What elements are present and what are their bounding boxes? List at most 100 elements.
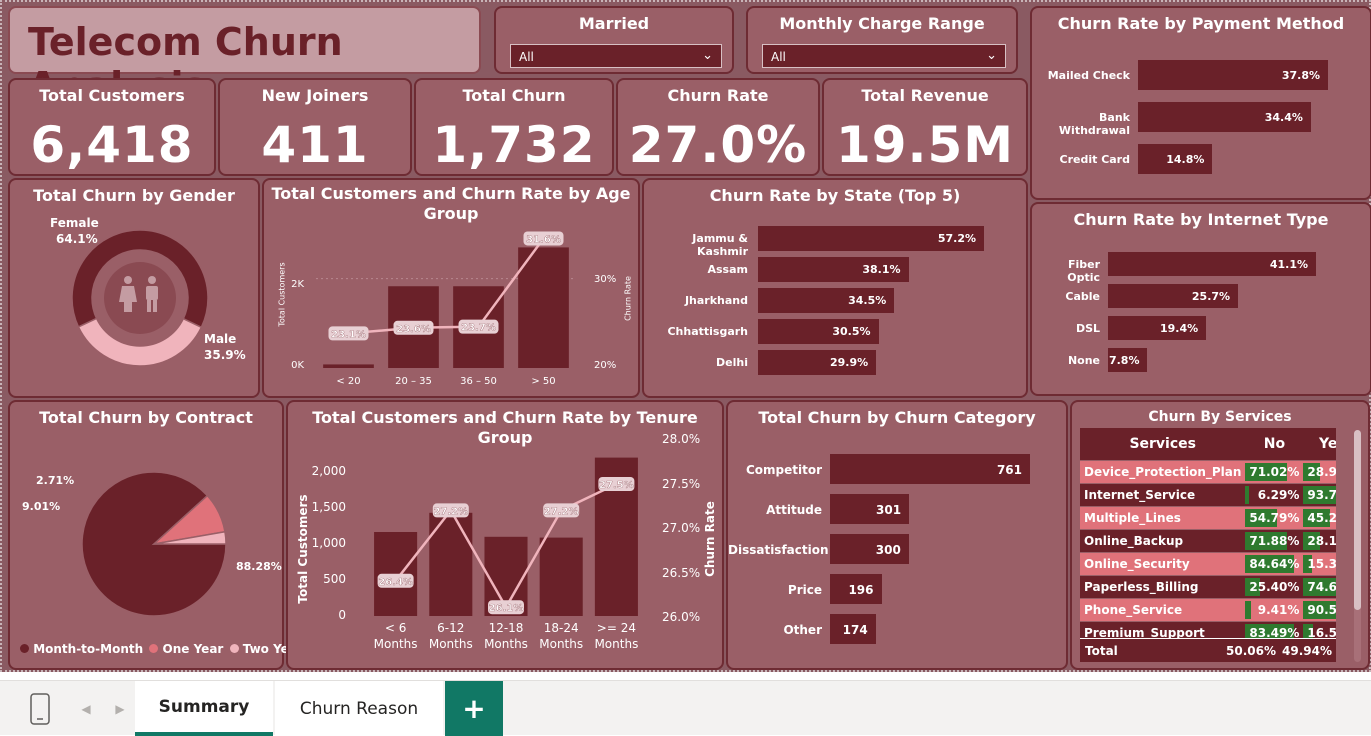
service-yes-value: 74.60% <box>1307 579 1336 594</box>
y-tick-right-top: 30% <box>594 274 617 285</box>
male-pct: 35.9% <box>204 348 246 362</box>
bar[interactable] <box>539 537 583 616</box>
data-label: 31.6% <box>526 234 561 245</box>
kpi-label: Total Customers <box>39 86 185 105</box>
prev-page-arrow[interactable]: ◀ <box>76 681 96 736</box>
service-yes-cell: 74.60% <box>1303 574 1336 598</box>
bar: 14.8% <box>1138 144 1213 174</box>
payment-method-chart[interactable]: Churn Rate by Payment Method Mailed Chec… <box>1030 6 1371 200</box>
header-no[interactable]: No <box>1245 428 1304 460</box>
bar-category-label: Delhi <box>716 356 748 369</box>
data-label: 27.5% <box>599 480 634 491</box>
chevron-down-icon: ⌄ <box>702 48 713 63</box>
kpi-new-joiners: New Joiners 411 <box>218 78 412 176</box>
bar-value-label: 7.8% <box>1108 353 1140 367</box>
service-no-cell: 9.41% <box>1245 597 1304 621</box>
service-yes-cell: 90.59% <box>1303 597 1336 621</box>
table-total-row: Total 50.06% 49.94% <box>1080 638 1336 662</box>
service-no-value: 9.41% <box>1257 602 1300 617</box>
bar-category-label: Bank Withdrawal <box>1058 110 1130 137</box>
bar-value-label: 761 <box>996 462 1022 477</box>
title-card: Telecom Churn Analysis <box>8 6 481 108</box>
bar[interactable] <box>518 247 569 368</box>
service-no-value: 71.02% <box>1249 464 1300 479</box>
gender-chart[interactable]: Total Churn by Gender Female 64.1% Male … <box>8 178 260 398</box>
bar[interactable] <box>323 364 374 368</box>
bar: 41.1% <box>1108 252 1316 276</box>
y-tick-left: 0 <box>338 608 346 622</box>
bar: 38.1% <box>758 257 909 282</box>
monthly-charge-slicer-label: Monthly Charge Range <box>779 14 985 33</box>
service-name: Phone_Service <box>1080 597 1246 621</box>
scrollbar-thumb[interactable] <box>1354 430 1361 610</box>
age-group-chart[interactable]: Total Customers and Churn Rate by Age Gr… <box>262 178 640 398</box>
y-axis-title-right: Churn Rate <box>703 501 717 577</box>
service-yes-cell: 28.12% <box>1303 528 1336 552</box>
plus-icon: + <box>462 692 486 725</box>
table-row[interactable]: Online_Backup71.88% 28.12% <box>1080 528 1336 552</box>
table-row[interactable]: Device_Protection_Plan71.02% 28.98% <box>1080 459 1336 483</box>
y-axis-title-left: Total Customers <box>277 262 287 327</box>
add-page-button[interactable]: + <box>445 681 503 736</box>
header-services[interactable]: Services <box>1080 428 1246 460</box>
bar-category-label: DSL <box>1075 321 1100 335</box>
bar-value-label: 41.1% <box>1269 257 1308 271</box>
table-row[interactable]: Internet_Service 6.29% 93.71% <box>1080 482 1336 506</box>
legend-one-year[interactable]: One Year <box>163 642 224 656</box>
table-row[interactable]: Online_Security84.64% 15.36% <box>1080 551 1336 575</box>
tab-churn-reason[interactable]: Churn Reason <box>275 681 443 736</box>
married-dropdown-value: All <box>519 50 534 64</box>
female-pct: 64.1% <box>56 232 98 246</box>
service-name: Online_Backup <box>1080 528 1246 552</box>
table-row[interactable]: Phone_Service 9.41% 90.59% <box>1080 597 1336 621</box>
service-yes-cell: 15.36% <box>1303 551 1336 575</box>
service-yes-value: 15.36% <box>1307 556 1336 571</box>
kpi-label: Churn Rate <box>667 86 769 105</box>
legend: Month-to-Month One Year Two Year <box>20 642 303 656</box>
monthly-charge-dropdown[interactable]: All ⌄ <box>762 44 1006 68</box>
service-yes-value: 45.21% <box>1307 510 1336 525</box>
gender-donut <box>71 229 209 367</box>
bar-category-label: Cable <box>1065 289 1100 303</box>
y-tick-right: 27.0% <box>662 521 701 535</box>
bar-category-label: Fiber Optic <box>1067 257 1100 284</box>
total-no: 50.06% <box>1226 644 1276 658</box>
x-tick-label: 6-12 Months <box>429 621 473 651</box>
header-yes[interactable]: Yes <box>1303 428 1336 460</box>
data-label: 23.6% <box>396 324 431 335</box>
state-chart[interactable]: Churn Rate by State (Top 5) Jammu & Kash… <box>642 178 1028 398</box>
churn-rate-line[interactable] <box>348 237 545 335</box>
report-canvas: Telecom Churn Analysis Married All ⌄ Mon… <box>0 0 1371 672</box>
service-name: Device_Protection_Plan <box>1080 459 1246 483</box>
table-scrollbar[interactable] <box>1354 430 1361 662</box>
data-label: 26.4% <box>378 577 413 588</box>
table-row[interactable]: Multiple_Lines54.79% 45.21% <box>1080 505 1336 529</box>
internet-type-chart[interactable]: Churn Rate by Internet Type Fiber Optic 4… <box>1030 202 1371 396</box>
tab-summary[interactable]: Summary <box>135 681 273 736</box>
service-yes-cell: 93.71% <box>1303 482 1336 506</box>
x-tick-label: 36 – 50 <box>460 376 497 387</box>
tenure-group-chart[interactable]: Total Customers and Churn Rate by Tenure… <box>286 400 724 670</box>
services-table-viewport[interactable]: Services No Yes Device_Protection_Plan71… <box>1080 428 1336 662</box>
chart-title: Total Churn by Contract <box>39 408 253 427</box>
legend-dot <box>20 644 29 653</box>
bar: 174 <box>830 614 876 644</box>
legend-month-to-month[interactable]: Month-to-Month <box>33 642 143 656</box>
married-dropdown[interactable]: All ⌄ <box>510 44 722 68</box>
contract-chart[interactable]: Total Churn by Contract 88.28% 9.01% 2.7… <box>8 400 303 670</box>
bar-value-label: 300 <box>875 542 901 557</box>
table-title: Churn By Services <box>1148 409 1292 425</box>
churn-category-chart[interactable]: Total Churn by Churn Category Competitor… <box>726 400 1068 670</box>
bar: 34.5% <box>758 288 895 313</box>
tab-churn-reason-label: Churn Reason <box>299 698 419 719</box>
mobile-layout-button[interactable] <box>18 681 62 736</box>
service-no-cell: 84.64% <box>1245 551 1304 575</box>
phone-icon <box>30 692 50 725</box>
married-slicer-label: Married <box>578 14 650 33</box>
data-label: 27.2% <box>544 506 579 517</box>
bar: 37.8% <box>1138 60 1328 90</box>
bar: 301 <box>830 494 910 524</box>
bar-value-label: 34.5% <box>848 294 887 307</box>
next-page-arrow[interactable]: ▶ <box>110 681 130 736</box>
table-row[interactable]: Paperless_Billing25.40% 74.60% <box>1080 574 1336 598</box>
